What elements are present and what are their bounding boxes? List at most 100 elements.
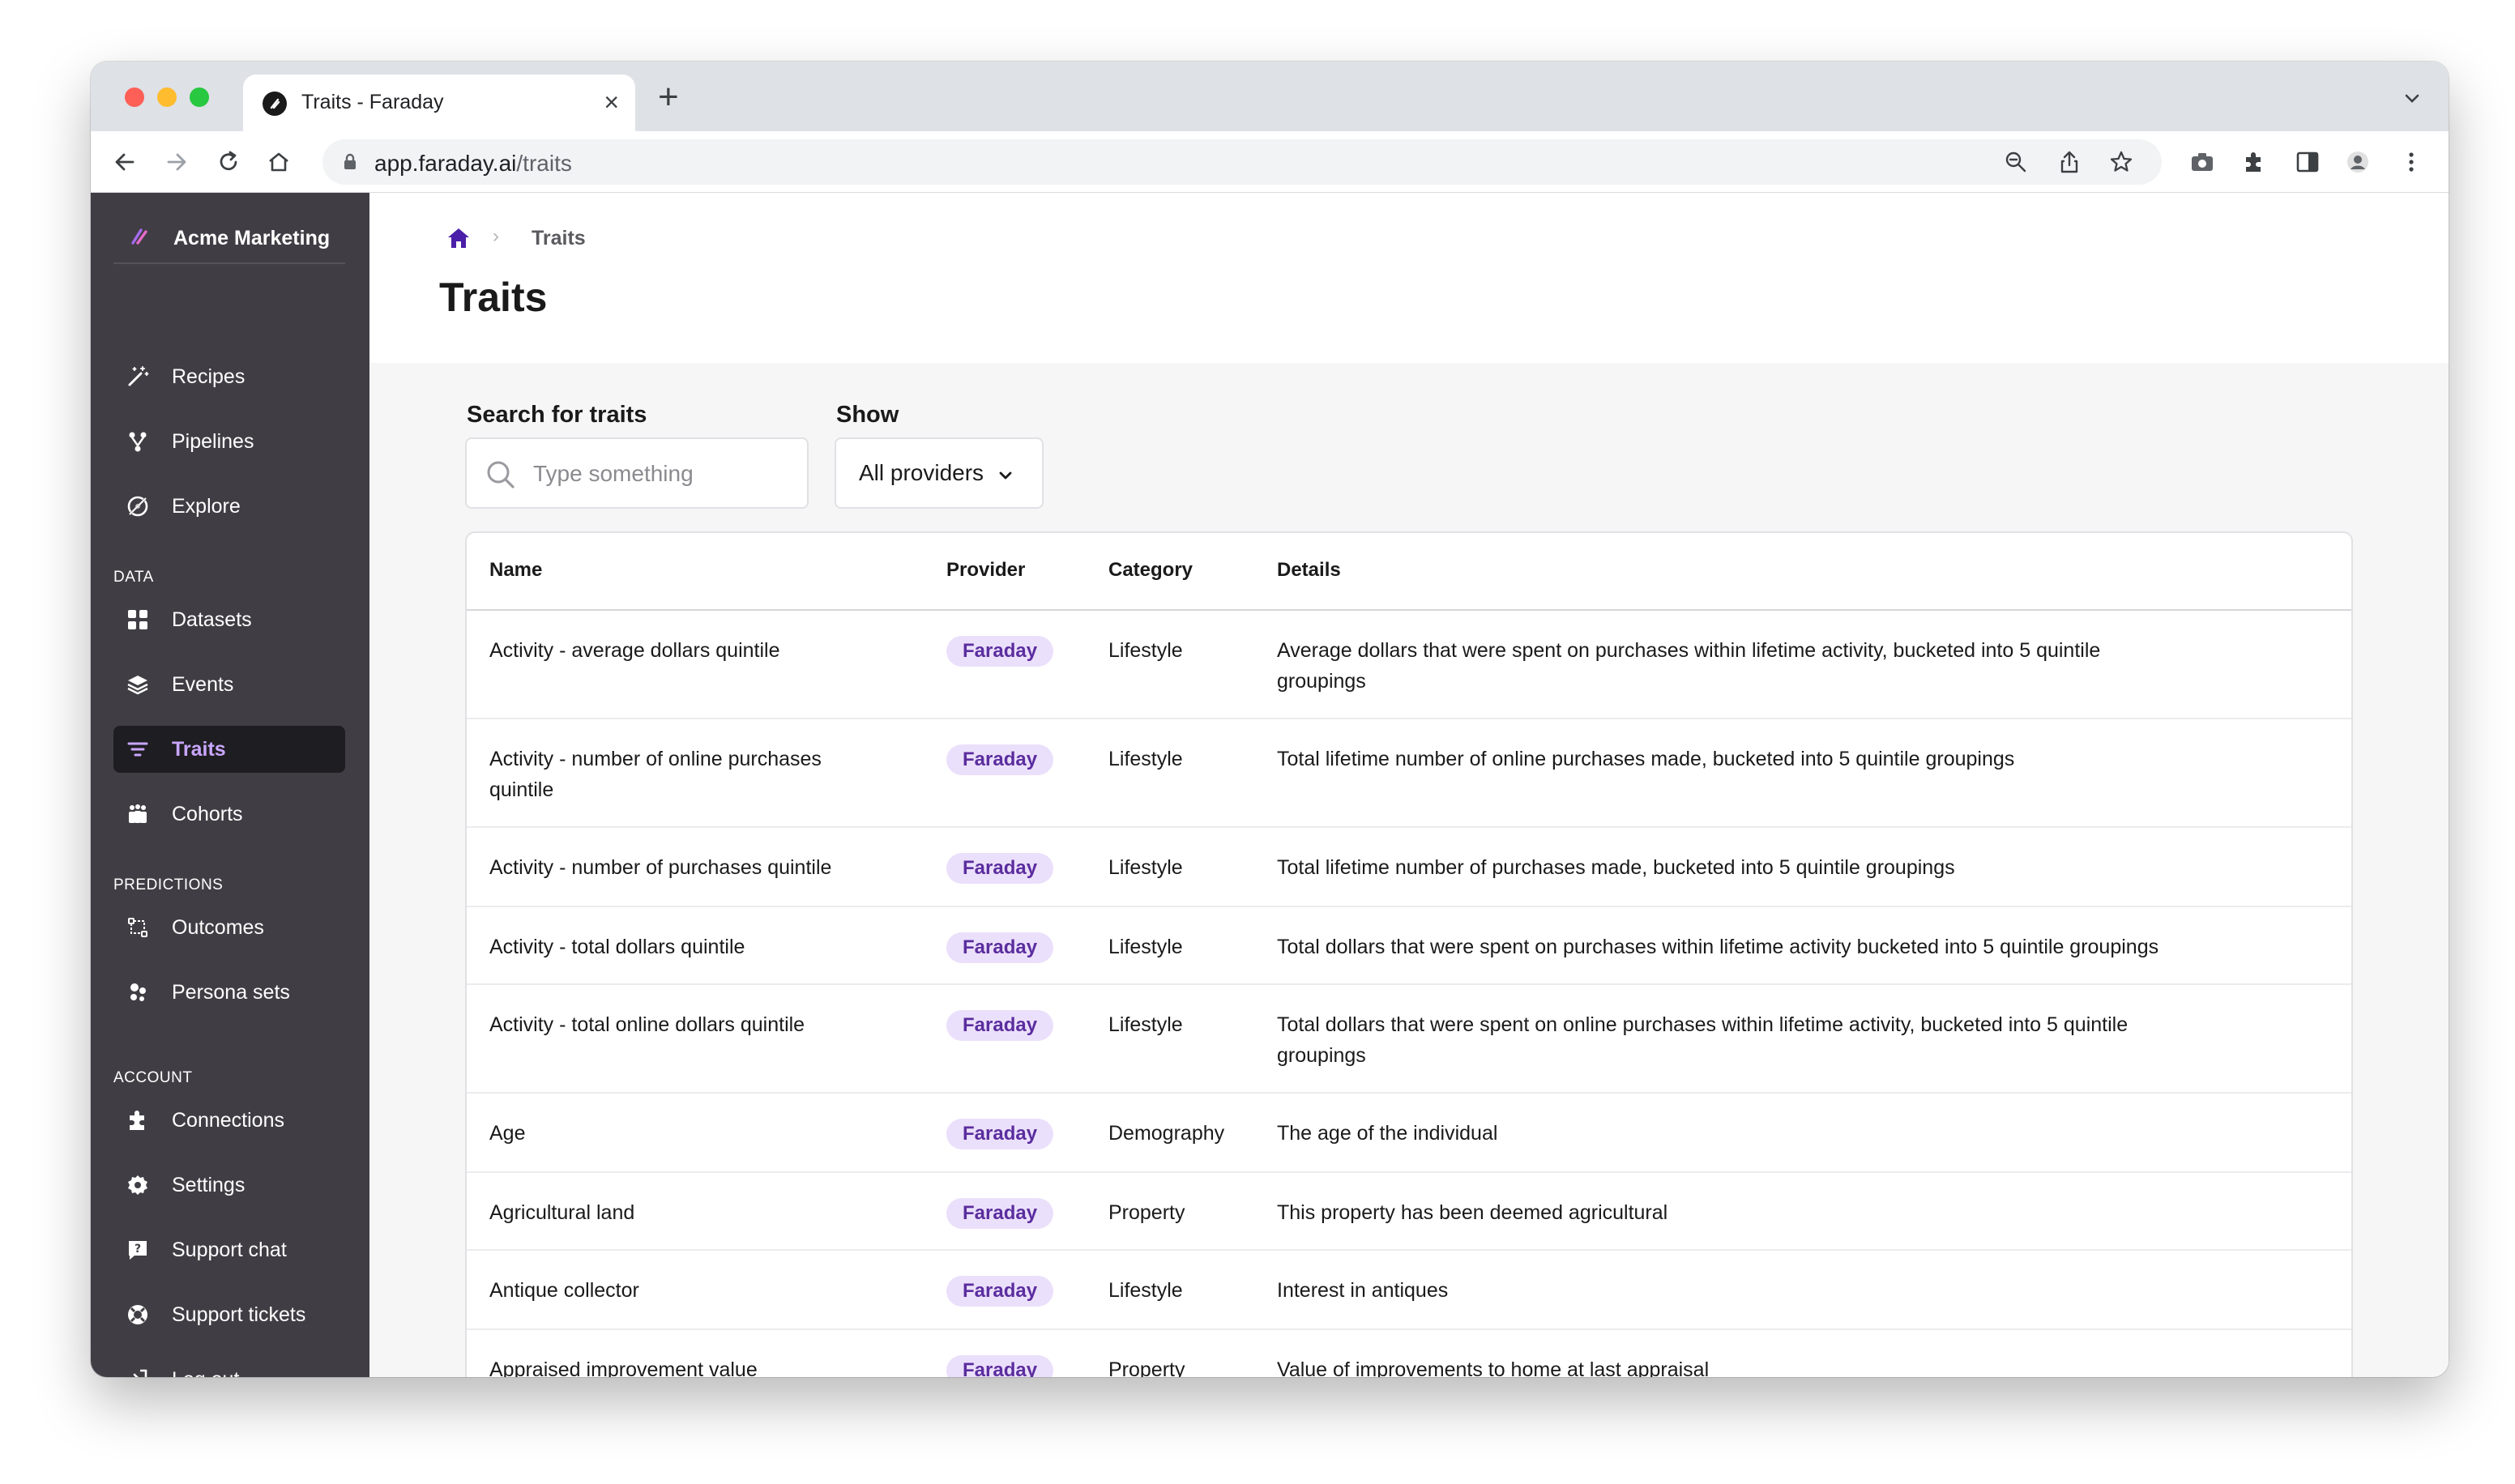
maximize-window-button[interactable] <box>190 87 209 107</box>
sidebar-item-explore[interactable]: Explore <box>113 483 345 530</box>
table-row[interactable]: Activity - total dollars quintile Farada… <box>467 907 2351 985</box>
trait-details: Total dollars that were spent on purchas… <box>1277 936 2159 958</box>
back-arrow-icon[interactable] <box>110 147 139 177</box>
share-icon[interactable] <box>2056 149 2082 175</box>
trait-details: The age of the individual <box>1277 1122 1498 1145</box>
personas-icon <box>125 979 151 1005</box>
sidebar-item-pipelines[interactable]: Pipelines <box>113 418 345 465</box>
provider-badge: Faraday <box>946 636 1054 667</box>
provider-badge-wrapper: Faraday <box>946 635 1054 667</box>
forward-arrow-icon[interactable] <box>162 147 191 177</box>
table-row[interactable]: Activity - number of online purchases qu… <box>467 719 2351 828</box>
explore-icon <box>125 493 151 519</box>
side-panel-icon[interactable] <box>2293 147 2322 177</box>
table-row[interactable]: Agricultural land Faraday Property This … <box>467 1173 2351 1251</box>
sidebar-item-traits[interactable]: Traits <box>113 726 345 773</box>
minimize-window-button[interactable] <box>157 87 177 107</box>
provider-badge: Faraday <box>946 1355 1054 1377</box>
sidebar-item-label: Log out <box>172 1368 239 1378</box>
provider-badge: Faraday <box>946 744 1054 775</box>
zoom-icon[interactable] <box>2003 149 2029 175</box>
search-box[interactable] <box>465 437 809 509</box>
provider-badge-wrapper: Faraday <box>946 1009 1054 1041</box>
column-header-details[interactable]: Details <box>1277 559 2184 582</box>
trait-name: Activity - total dollars quintile <box>489 936 745 958</box>
filter-icon <box>125 736 151 762</box>
org-switcher[interactable]: Acme Marketing <box>113 212 345 264</box>
trait-category: Lifestyle <box>1108 1279 1183 1302</box>
provider-badge-wrapper: Faraday <box>946 852 1054 884</box>
trait-name: Agricultural land <box>489 1201 635 1224</box>
table-row[interactable]: Antique collector Faraday Lifestyle Inte… <box>467 1251 2351 1330</box>
table-row[interactable]: Appraised improvement value Faraday Prop… <box>467 1330 2351 1377</box>
browser-menu-icon[interactable] <box>2397 147 2426 177</box>
breadcrumb-home-icon[interactable] <box>446 225 472 251</box>
table-row[interactable]: Activity - total online dollars quintile… <box>467 985 2351 1094</box>
provider-badge-wrapper: Faraday <box>946 932 1054 963</box>
sidebar-item-support-tickets[interactable]: Support tickets <box>113 1291 345 1338</box>
table-row[interactable]: Activity - number of purchases quintile … <box>467 828 2351 907</box>
trait-category: Demography <box>1108 1122 1225 1145</box>
sidebar-item-label: Persona sets <box>172 980 290 1004</box>
search-input[interactable] <box>533 454 792 494</box>
sidebar-item-cohorts[interactable]: Cohorts <box>113 791 345 838</box>
sidebar-item-recipes[interactable]: Recipes <box>113 353 345 400</box>
sidebar-item-settings[interactable]: Settings <box>113 1162 345 1209</box>
trait-details: Interest in antiques <box>1277 1279 1449 1302</box>
provider-badge: Faraday <box>946 1198 1054 1229</box>
camera-icon[interactable] <box>2188 147 2217 177</box>
trait-name: Activity - number of purchases quintile <box>489 856 832 879</box>
sidebar-item-connections[interactable]: Connections <box>113 1097 345 1144</box>
trait-details: Total lifetime number of online purchase… <box>1277 748 2015 770</box>
provider-badge: Faraday <box>946 853 1054 884</box>
column-header-provider[interactable]: Provider <box>946 559 1025 582</box>
tab-close-icon[interactable]: × <box>604 87 619 117</box>
org-name: Acme Marketing <box>173 227 331 249</box>
table-row[interactable]: Activity - average dollars quintile Fara… <box>467 611 2351 719</box>
trait-details: Total lifetime number of purchases made,… <box>1277 856 1955 879</box>
sidebar-item-events[interactable]: Events <box>113 661 345 708</box>
trait-name: Appraised improvement value <box>489 1358 758 1377</box>
extensions-puzzle-icon[interactable] <box>2240 147 2269 177</box>
sidebar-item-outcomes[interactable]: Outcomes <box>113 904 345 951</box>
address-bar[interactable]: app.faraday.ai/traits <box>322 139 2162 185</box>
reload-icon[interactable] <box>214 147 243 177</box>
trait-category: Lifestyle <box>1108 639 1183 662</box>
main-content: › Traits Traits Search for traits Show A… <box>369 193 2449 1377</box>
browser-tab-active[interactable]: Traits - Faraday × <box>243 75 635 131</box>
profile-avatar-icon[interactable] <box>2343 147 2372 177</box>
lock-icon[interactable] <box>340 152 360 172</box>
sidebar-item-datasets[interactable]: Datasets <box>113 596 345 643</box>
breadcrumb-current: Traits <box>532 227 586 249</box>
bookmark-star-icon[interactable] <box>2108 149 2134 175</box>
provider-select[interactable]: All providers <box>835 437 1044 509</box>
new-tab-button[interactable]: + <box>658 79 679 115</box>
sidebar-item-log-out[interactable]: Log out <box>113 1356 345 1377</box>
trait-name: Activity - average dollars quintile <box>489 639 780 662</box>
breadcrumb-separator: › <box>493 225 499 247</box>
sidebar-item-persona-sets[interactable]: Persona sets <box>113 969 345 1016</box>
sidebar: Acme Marketing Recipes Pipelines Explore… <box>91 193 369 1377</box>
trait-details: Total dollars that were spent on online … <box>1277 1013 2129 1067</box>
sidebar-item-label: Explore <box>172 494 241 518</box>
tab-search-chevron-icon[interactable] <box>2400 86 2424 110</box>
search-icon <box>485 458 517 491</box>
sidebar-item-support-chat[interactable]: ? Support chat <box>113 1226 345 1273</box>
provider-badge: Faraday <box>946 932 1054 963</box>
column-header-category[interactable]: Category <box>1108 559 1193 582</box>
table-row[interactable]: Age Faraday Demography The age of the in… <box>467 1094 2351 1173</box>
show-label: Show <box>836 402 899 428</box>
url-text[interactable]: app.faraday.ai/traits <box>374 151 572 177</box>
help-chat-icon: ? <box>125 1237 151 1263</box>
close-window-button[interactable] <box>125 87 144 107</box>
column-header-name[interactable]: Name <box>489 559 878 582</box>
section-label-data: DATA <box>113 569 154 586</box>
sidebar-item-label: Recipes <box>172 365 246 388</box>
pipeline-icon <box>125 429 151 454</box>
home-icon[interactable] <box>264 147 293 177</box>
url-host: app.faraday.ai <box>374 151 517 176</box>
trait-category: Lifestyle <box>1108 856 1183 879</box>
gear-icon <box>125 1172 151 1198</box>
provider-select-value: All providers <box>859 460 984 485</box>
sidebar-item-label: Support tickets <box>172 1303 306 1326</box>
